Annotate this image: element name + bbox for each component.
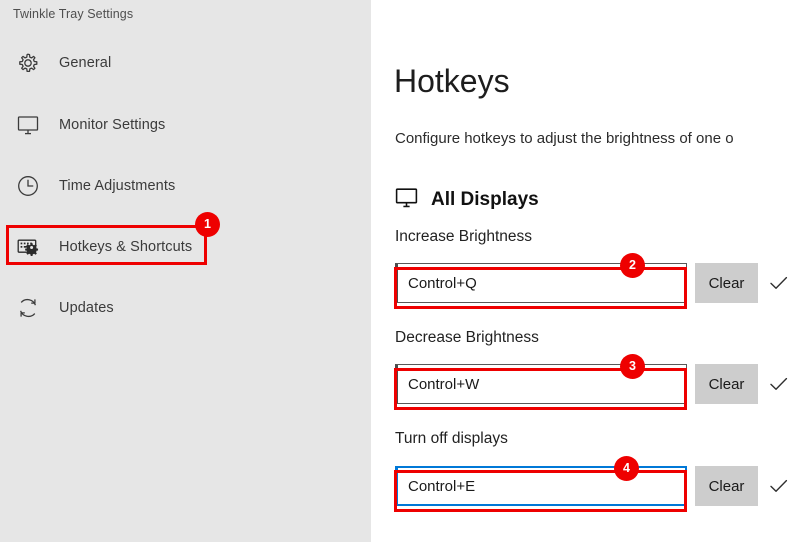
hotkey-label: Turn off displays (395, 430, 508, 447)
sidebar-item-general[interactable]: General (6, 43, 206, 83)
clock-icon (15, 173, 41, 199)
clear-button-decrease-brightness[interactable]: Clear (695, 364, 758, 404)
section-header-all-displays: All Displays (394, 185, 539, 215)
monitor-icon (394, 185, 419, 215)
keyboard-gear-icon (15, 234, 41, 260)
clear-button-turn-off-displays[interactable]: Clear (695, 466, 758, 506)
section-label: All Displays (431, 189, 539, 210)
sidebar-item-monitor-settings[interactable]: Monitor Settings (6, 105, 206, 145)
page-description: Configure hotkeys to adjust the brightne… (395, 130, 734, 147)
monitor-icon (15, 112, 41, 138)
sidebar-item-label: General (59, 55, 112, 71)
annotation-badge-4: 4 (614, 456, 639, 481)
sidebar-item-time-adjustments[interactable]: Time Adjustments (6, 166, 206, 206)
annotation-badge-3: 3 (620, 354, 645, 379)
sidebar-item-label: Updates (59, 300, 114, 316)
sidebar-item-updates[interactable]: Updates (6, 288, 206, 328)
sidebar-item-hotkeys-shortcuts[interactable]: Hotkeys & Shortcuts (6, 227, 206, 267)
check-icon (769, 263, 788, 303)
gear-icon (15, 50, 41, 76)
main-content-panel: Hotkeys Configure hotkeys to adjust the … (371, 0, 788, 542)
refresh-icon (15, 295, 41, 321)
sidebar-item-label: Monitor Settings (59, 117, 166, 133)
sidebar-item-label: Time Adjustments (59, 178, 176, 194)
check-icon (769, 364, 788, 404)
annotation-badge-2: 2 (620, 253, 645, 278)
check-icon (769, 466, 788, 506)
page-title: Hotkeys (394, 63, 510, 99)
annotation-badge-1: 1 (195, 212, 220, 237)
hotkey-label: Decrease Brightness (395, 329, 539, 346)
hotkey-input-turn-off-displays[interactable]: Control+E (395, 466, 687, 506)
window-title: Twinkle Tray Settings (13, 7, 134, 21)
hotkey-label: Increase Brightness (395, 228, 532, 245)
clear-button-increase-brightness[interactable]: Clear (695, 263, 758, 303)
settings-sidebar: Twinkle Tray Settings General Monitor Se… (0, 0, 371, 542)
sidebar-item-label: Hotkeys & Shortcuts (59, 239, 193, 255)
